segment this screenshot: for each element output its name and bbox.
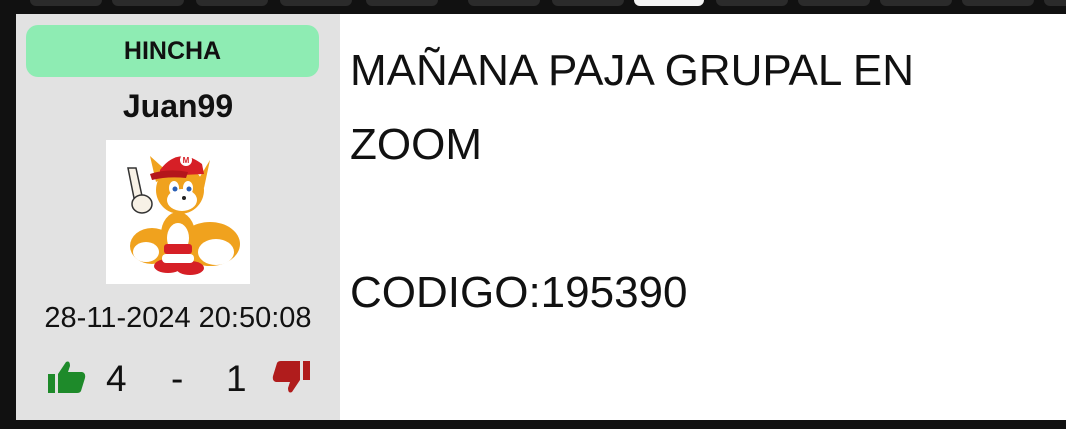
- tab[interactable]: [962, 0, 1034, 6]
- tab-strip: [0, 0, 1066, 14]
- pupil: [172, 186, 178, 192]
- tab[interactable]: [280, 0, 352, 6]
- avatar[interactable]: M: [106, 140, 250, 284]
- tab[interactable]: [196, 0, 268, 6]
- tab-active[interactable]: [634, 0, 704, 6]
- fox-avatar-image: M: [127, 154, 240, 275]
- tab[interactable]: [1044, 0, 1066, 6]
- shoe: [176, 261, 204, 275]
- post-timestamp: 28-11-2024 20:50:08: [44, 302, 312, 334]
- glove: [131, 194, 153, 214]
- nose: [182, 196, 186, 200]
- thumbs-down-icon[interactable]: [272, 360, 310, 399]
- rank-badge: HINCHA: [26, 25, 319, 77]
- tab[interactable]: [112, 0, 184, 6]
- raised-hand: [127, 167, 143, 199]
- tab[interactable]: [552, 0, 624, 6]
- socks: [162, 254, 194, 263]
- tab[interactable]: [716, 0, 788, 6]
- tab[interactable]: [366, 0, 438, 6]
- tab[interactable]: [30, 0, 102, 6]
- vote-bar: 4 - 1: [16, 358, 340, 399]
- author-panel: HINCHA Juan99 M 28-11-2024 20:50:08 4 - …: [16, 14, 340, 420]
- author-username[interactable]: Juan99: [16, 88, 340, 125]
- tab[interactable]: [798, 0, 870, 6]
- bottom-bar: [0, 420, 1066, 429]
- post-body-code: CODIGO:195390: [350, 268, 688, 317]
- post-body-line: ZOOM: [350, 120, 482, 169]
- dislike-count: 1: [226, 358, 247, 399]
- forum-post: HINCHA Juan99 M 28-11-2024 20:50:08 4 - …: [16, 14, 1066, 420]
- post-body: MAÑANA PAJA GRUPAL EN ZOOM CODIGO:195390: [350, 34, 1050, 330]
- vote-separator: -: [171, 358, 184, 399]
- post-body-line: MAÑANA PAJA GRUPAL EN: [350, 46, 915, 95]
- svg-text:M: M: [183, 156, 190, 165]
- thumbs-up-icon[interactable]: [48, 360, 86, 399]
- tab[interactable]: [468, 0, 540, 6]
- tail-tip: [198, 239, 234, 265]
- tab[interactable]: [880, 0, 952, 6]
- tail-tip: [133, 242, 159, 262]
- pupil: [186, 186, 192, 192]
- like-count: 4: [106, 358, 127, 399]
- shorts: [164, 244, 192, 254]
